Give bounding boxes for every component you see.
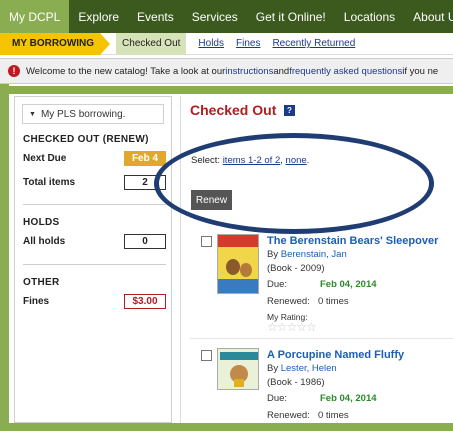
alert-icon: ! [8, 65, 20, 77]
renewed-value: 0 times [318, 296, 349, 307]
nav-explore[interactable]: Explore [69, 0, 128, 33]
by-label: By [267, 249, 281, 260]
notice-text-start: Welcome to the new catalog! Take a look … [26, 65, 226, 77]
sub-nav: MY BORROWING Checked Out Holds Fines Rec… [0, 32, 453, 55]
faq-link[interactable]: frequently asked questions [289, 66, 402, 77]
subnav-holds[interactable]: Holds [198, 38, 224, 49]
star-rating[interactable]: ☆☆☆☆☆ [267, 320, 317, 334]
next-due-value: Feb 4 [124, 150, 166, 166]
all-holds-value: 0 [124, 233, 166, 249]
book-checkbox[interactable] [201, 350, 212, 361]
nav-get-it-online[interactable]: Get it Online! [247, 0, 335, 33]
frame-left [0, 84, 9, 431]
book-cover[interactable] [217, 234, 259, 294]
book-checkbox[interactable] [201, 236, 212, 247]
next-due-row: Next Due Feb 4 [23, 150, 166, 166]
subnav-fines[interactable]: Fines [236, 38, 260, 49]
due-date: Feb 04, 2014 [320, 393, 377, 404]
renewed-value: 0 times [318, 410, 349, 421]
renewed-label: Renewed: [267, 410, 310, 421]
triangle-down-icon: ▼ [29, 110, 36, 118]
page-title: Checked Out [190, 102, 277, 118]
nav-services[interactable]: Services [183, 0, 247, 33]
notice-banner: ! Welcome to the new catalog! Take a loo… [0, 58, 453, 84]
item-divider [190, 338, 453, 339]
help-icon[interactable]: ? [284, 105, 295, 116]
other-title: OTHER [23, 277, 60, 288]
due-label: Due: [267, 279, 288, 290]
instructions-link[interactable]: instructions [225, 66, 273, 77]
fines-row: Fines $3.00 [23, 293, 166, 309]
nav-locations[interactable]: Locations [335, 0, 404, 33]
total-items-label: Total items [23, 176, 76, 188]
highlight-oval [154, 133, 434, 234]
subnav-checked-out[interactable]: Checked Out [116, 32, 187, 55]
holds-title: HOLDS [23, 217, 60, 228]
nav-about-us[interactable]: About Us [404, 0, 453, 33]
sidebar-header-label: My PLS borrowing. [40, 108, 126, 120]
book-format: (Book - 1986) [267, 377, 325, 388]
by-label: By [267, 363, 281, 374]
checked-out-title[interactable]: CHECKED OUT (RENEW) [23, 134, 149, 145]
total-items-row: Total items 2 [23, 174, 166, 190]
nav-events[interactable]: Events [128, 0, 183, 33]
sidebar-divider [23, 204, 166, 205]
fines-label: Fines [23, 295, 50, 307]
sidebar-divider [23, 264, 166, 265]
fines-value: $3.00 [124, 293, 166, 309]
book-title-link[interactable]: A Porcupine Named Fluffy [267, 349, 404, 361]
nav-my-dcpl[interactable]: My DCPL [0, 0, 70, 33]
book-author-line: By Berenstain, Jan [267, 249, 347, 260]
main-nav: My DCPL Explore Events Services Get it O… [0, 0, 453, 33]
all-holds-row: All holds 0 [23, 233, 166, 249]
frame-top [0, 86, 453, 94]
notice-text-mid: and [273, 65, 290, 77]
frame-bottom [0, 423, 453, 431]
due-date: Feb 04, 2014 [320, 279, 377, 290]
author-link[interactable]: Lester, Helen [281, 363, 337, 374]
breadcrumb-my-borrowing: MY BORROWING [0, 32, 101, 55]
due-label: Due: [267, 393, 288, 404]
content-separator [180, 96, 181, 423]
book-author-line: By Lester, Helen [267, 363, 337, 374]
breadcrumb-arrow [100, 32, 111, 55]
subnav-recently-returned[interactable]: Recently Returned [272, 38, 355, 49]
all-holds-label: All holds [23, 235, 66, 247]
borrowing-sidebar: ▼ My PLS borrowing. CHECKED OUT (RENEW) … [14, 96, 172, 423]
book-title-link[interactable]: The Berenstain Bears' Sleepover [267, 235, 438, 247]
notice-text-end: if you ne [402, 65, 439, 77]
sidebar-header[interactable]: ▼ My PLS borrowing. [22, 104, 164, 124]
renewed-label: Renewed: [267, 296, 310, 307]
next-due-label: Next Due [23, 152, 67, 164]
book-cover[interactable] [217, 348, 259, 390]
book-format: (Book - 2009) [267, 263, 325, 274]
author-link[interactable]: Berenstain, Jan [281, 249, 347, 260]
